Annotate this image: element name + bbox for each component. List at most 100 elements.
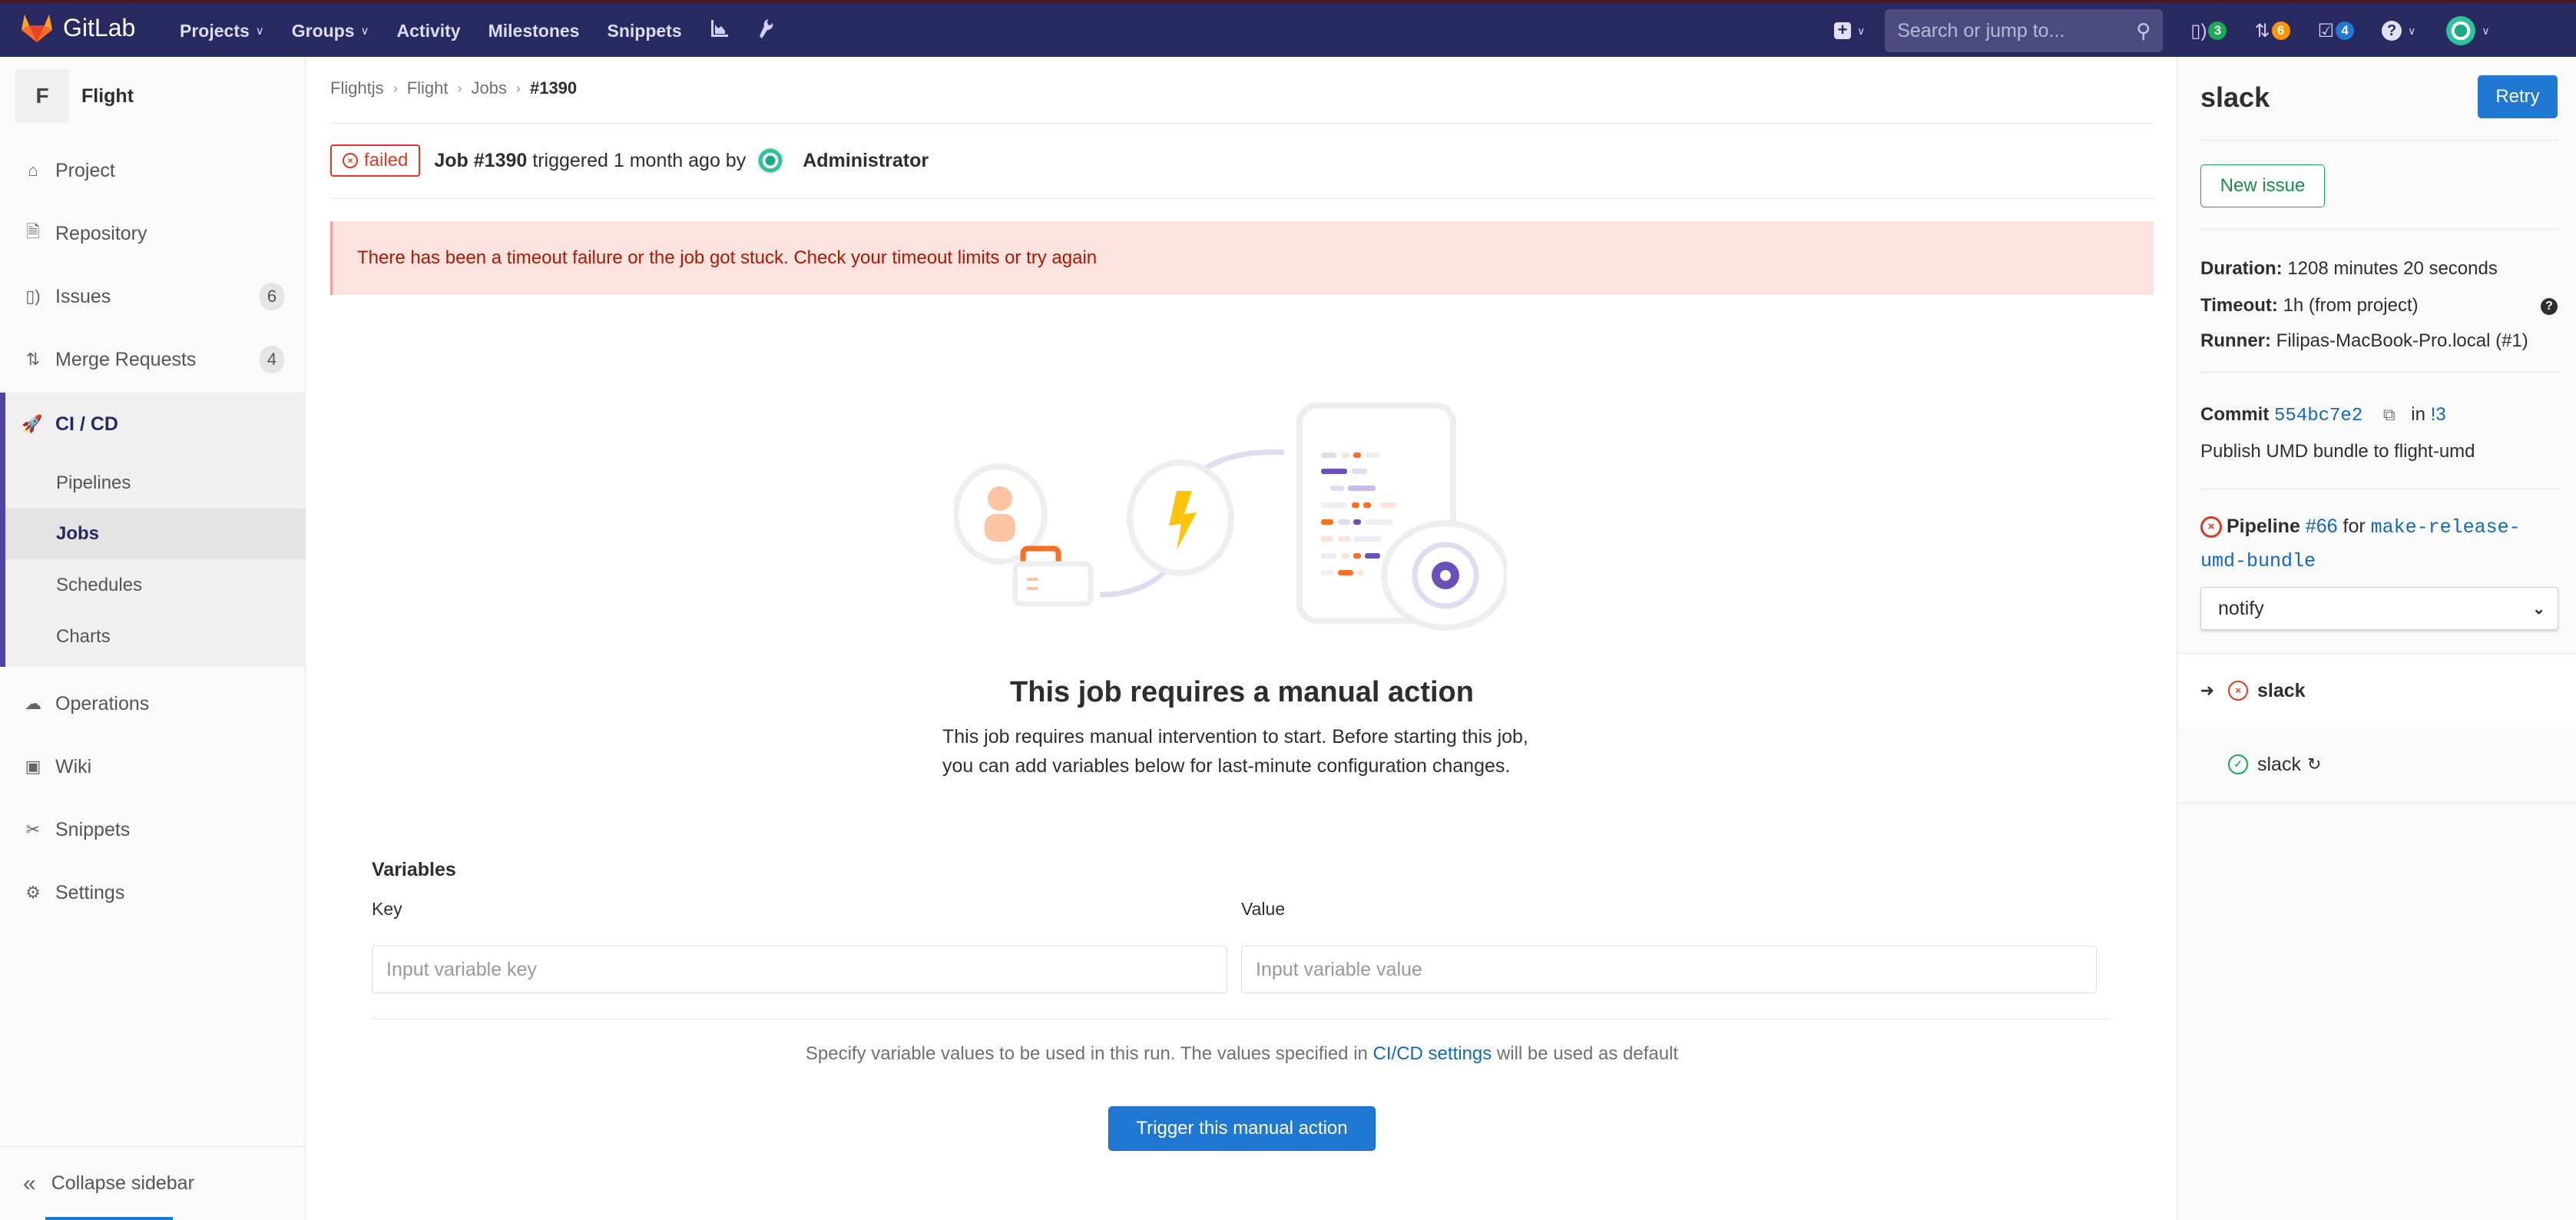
sidebar-subitem-charts[interactable]: Charts: [5, 612, 306, 662]
retry-button[interactable]: Retry: [2478, 75, 2558, 118]
issues-count-badge: 3: [2208, 22, 2227, 40]
timeout-label: Timeout:: [2200, 295, 2278, 316]
sidebar-item-label: Settings: [55, 881, 125, 903]
gitlab-logo[interactable]: GitLab: [20, 12, 135, 44]
variable-value-input[interactable]: [1241, 946, 2097, 993]
breadcrumb: Flightjs › Flight › Jobs › #1390: [330, 78, 577, 98]
project-header[interactable]: F Flight: [15, 69, 134, 123]
sidebar-subitem-schedules[interactable]: Schedules: [5, 560, 306, 611]
empty-state-title: This job requires a manual action: [1010, 676, 1474, 708]
commit-sha-link[interactable]: 554bc7e2: [2274, 406, 2362, 426]
gear-icon: ⚙: [25, 883, 41, 902]
pipeline-info: × Pipeline #66 for make-release-umd-bundl…: [2200, 510, 2554, 578]
status-failed-icon: ×: [2228, 681, 2248, 701]
right-nav: + ∨ Search or jump to... ⚲ ▯) 3 ⇅ 6 ☑ 4 ?…: [1834, 2, 2490, 59]
cicd-settings-link[interactable]: CI/CD settings: [1373, 1043, 1492, 1064]
status-badge[interactable]: × failed: [330, 144, 421, 177]
variables-help-text: Specify variable values to be used in th…: [330, 1043, 2154, 1065]
job-list-item[interactable]: ✓ slack ↻: [2177, 728, 2576, 801]
help-dropdown[interactable]: ? ∨: [2382, 21, 2415, 41]
nav-groups[interactable]: Groups ∨: [292, 21, 369, 41]
chevron-down-icon: ∨: [1857, 24, 1866, 37]
brand-name: GitLab: [63, 13, 136, 41]
commit-label: Commit: [2200, 404, 2270, 425]
new-dropdown[interactable]: + ∨: [1834, 22, 1865, 39]
search-icon: ⚲: [2136, 18, 2151, 42]
issues-counter[interactable]: ▯) 3: [2190, 20, 2227, 42]
alert-text: There has been a timeout failure or the …: [357, 247, 1098, 268]
search-placeholder: Search or jump to...: [1897, 19, 2065, 41]
sidebar-item-wiki[interactable]: ▣ Wiki: [0, 735, 306, 798]
pipeline-link[interactable]: #66: [2306, 516, 2338, 537]
pipeline-label: Pipeline: [2227, 516, 2300, 537]
user-link[interactable]: Administrator: [803, 150, 929, 172]
question-icon[interactable]: ?: [2541, 298, 2558, 315]
sidebar-subitem-jobs[interactable]: Jobs: [5, 509, 306, 559]
merge-request-icon: ⇅: [25, 350, 41, 369]
runner-label: Runner:: [2200, 330, 2271, 351]
issues-icon: ▯): [2190, 20, 2207, 41]
job-list-item[interactable]: ➜ × slack: [2177, 654, 2576, 728]
merge-request-link[interactable]: !3: [2431, 404, 2446, 425]
double-chevron-left-icon: «: [23, 1170, 36, 1196]
scissors-icon: ✂: [25, 820, 41, 839]
merge-requests-counter[interactable]: ⇅ 6: [2254, 20, 2290, 42]
mr-count-badge: 4: [260, 346, 284, 373]
sidebar-item-snippets[interactable]: ✂ Snippets: [0, 798, 306, 861]
scroll-indicator: [45, 1217, 173, 1220]
nav-snippets[interactable]: Snippets: [607, 21, 681, 41]
breadcrumb-item[interactable]: Flightjs: [330, 78, 384, 98]
stage-jobs-list: ➜ × slack ✓ slack ↻: [2177, 653, 2576, 804]
timeout-alert: There has been a timeout failure or the …: [330, 221, 2154, 295]
chart-icon[interactable]: [710, 18, 730, 44]
collapse-sidebar-button[interactable]: « Collapse sidebar: [0, 1146, 306, 1220]
variables-form: Variables Key Value: [372, 859, 2097, 993]
project-name: Flight: [81, 85, 134, 107]
stage-dropdown[interactable]: notify ⌄: [2200, 587, 2558, 630]
user-menu[interactable]: ∨: [2415, 16, 2490, 45]
search-input[interactable]: Search or jump to... ⚲: [1885, 9, 2164, 52]
job-sidebar: slack Retry New issue Duration: 1208 min…: [2177, 57, 2576, 1220]
timeout-value: 1h (from project): [2283, 295, 2419, 316]
new-issue-button[interactable]: New issue: [2200, 164, 2325, 207]
sidebar-item-project[interactable]: ⌂ Project: [0, 139, 306, 202]
retry-icon: ↻: [2306, 754, 2322, 774]
timeout-row: Timeout: 1h (from project): [2200, 295, 2558, 317]
sidebar-item-operations[interactable]: ☁ Operations: [0, 672, 306, 735]
pipeline-for-text: for: [2343, 516, 2366, 537]
breadcrumb-item[interactable]: Flight: [407, 78, 449, 98]
divider: [2200, 372, 2558, 373]
trigger-manual-action-button[interactable]: Trigger this manual action: [1108, 1106, 1376, 1151]
sidebar-item-label: Snippets: [55, 818, 131, 840]
nav-projects[interactable]: Projects ∨: [180, 21, 264, 41]
job-header: × failed Job #1390 triggered 1 month ago …: [330, 144, 929, 177]
sidebar-item-issues[interactable]: ▯) Issues 6: [0, 265, 306, 328]
avatar[interactable]: [757, 147, 785, 174]
chevron-down-icon: ∨: [2482, 24, 2490, 37]
question-icon: ?: [2382, 21, 2402, 41]
copy-icon[interactable]: ⧉: [2383, 405, 2396, 425]
sidebar-subitem-pipelines[interactable]: Pipelines: [5, 458, 306, 509]
sidebar-item-label: Repository: [55, 222, 147, 244]
todos-counter[interactable]: ☑ 4: [2318, 20, 2355, 42]
chevron-down-icon: ⌄: [2532, 600, 2545, 618]
job-name-title: slack: [2200, 81, 2270, 113]
sidebar-item-repository[interactable]: 🗎 Repository: [0, 202, 306, 265]
nav-activity[interactable]: Activity: [397, 21, 461, 41]
empty-state-description: This job requires manual intervention to…: [942, 726, 1528, 777]
sidebar-item-cicd[interactable]: 🚀 CI / CD: [22, 393, 118, 456]
sidebar-item-label: CI / CD: [55, 413, 118, 435]
wrench-icon[interactable]: [757, 18, 774, 45]
status-failed-icon: ×: [343, 153, 358, 168]
doc-icon: 🗎: [26, 222, 40, 241]
breadcrumb-item[interactable]: Jobs: [471, 78, 506, 98]
sidebar-item-label: Merge Requests: [55, 348, 197, 370]
sidebar-item-merge-requests[interactable]: ⇅ Merge Requests 4: [0, 328, 306, 391]
nav-milestones[interactable]: Milestones: [488, 21, 580, 41]
sidebar-item-settings[interactable]: ⚙ Settings: [0, 861, 306, 924]
stage-selected: notify: [2218, 597, 2264, 619]
variable-key-input[interactable]: [372, 946, 1227, 993]
nav-projects-label: Projects: [180, 20, 250, 41]
job-id: Job #1390: [434, 149, 528, 171]
breadcrumb-current[interactable]: #1390: [530, 78, 577, 98]
